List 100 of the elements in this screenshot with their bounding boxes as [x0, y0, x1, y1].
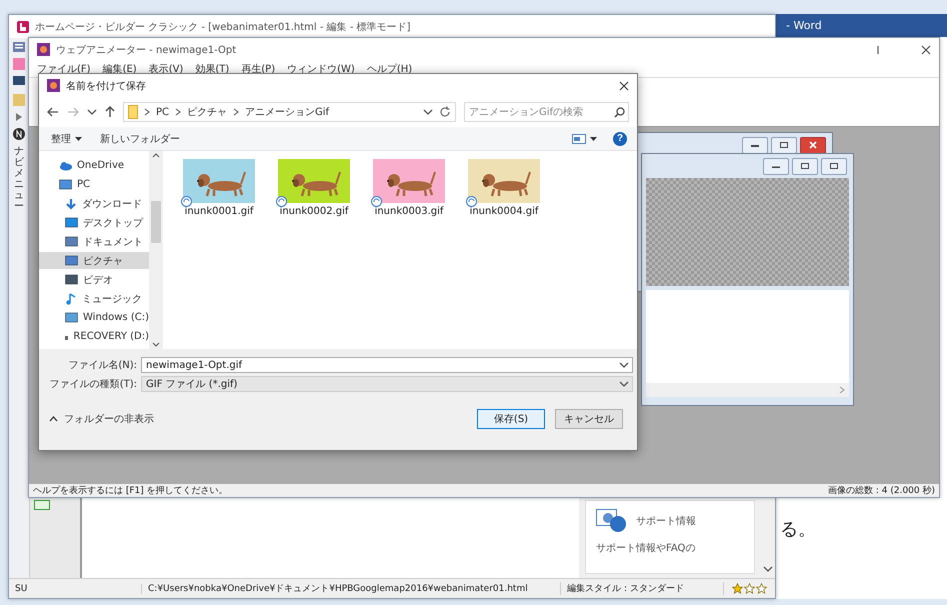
panel-label: ナビメニュー: [14, 146, 24, 212]
dog-drawing: [197, 172, 246, 198]
view-icon: [572, 134, 586, 144]
search-field[interactable]: アニメーションGifの検索: [464, 102, 629, 122]
close-icon: [809, 141, 817, 149]
chevron-right-icon: [175, 108, 182, 116]
dog-drawing: [482, 172, 531, 198]
caret-icon: [75, 136, 82, 140]
sync-icon: [181, 196, 192, 207]
chevron-down-icon[interactable]: [87, 107, 97, 117]
menu-item[interactable]: 効果(T): [195, 62, 230, 76]
scroll-up-icon[interactable]: [152, 153, 160, 158]
file-item[interactable]: inunk0001.gif: [181, 159, 257, 217]
music-note-icon: [65, 292, 77, 304]
file-name: inunk0004.gif: [470, 206, 538, 217]
up-arrow-icon[interactable]: [105, 106, 115, 118]
file-name: inunk0001.gif: [184, 206, 254, 217]
maximize-button[interactable]: [821, 158, 847, 174]
restore-icon: [780, 142, 788, 148]
new-folder-button[interactable]: 新しいフォルダー: [98, 130, 182, 148]
star-icon: [744, 583, 755, 594]
menu-item[interactable]: 再生(P): [241, 62, 276, 76]
field-label: ファイルの種類(T):: [49, 378, 137, 391]
dog-drawing: [292, 172, 341, 198]
star-icon: [732, 583, 743, 594]
maximize-icon: [830, 163, 838, 169]
sync-icon: [371, 196, 382, 207]
card-title: サポート情報: [636, 514, 696, 528]
nav-item[interactable]: ミュージック: [39, 290, 149, 307]
folder-icon: [65, 255, 78, 266]
file-item[interactable]: inunk0002.gif: [276, 159, 352, 217]
nav-item[interactable]: ドキュメント: [39, 233, 149, 250]
nav-item[interactable]: デスクトップ: [39, 214, 149, 231]
save-button[interactable]: 保存(S): [477, 409, 545, 429]
help-globe-icon: [596, 509, 628, 533]
app-logo-icon: [37, 43, 50, 56]
card-text: サポート情報やFAQの: [596, 542, 696, 555]
chevron-right-icon: [144, 108, 150, 116]
sync-icon: [276, 196, 287, 207]
nav-item[interactable]: ダウンロード: [39, 195, 149, 212]
sync-icon: [466, 196, 477, 207]
nav-item[interactable]: RECOVERY (D:): [39, 328, 149, 345]
dialog-title: 名前を付けて保存: [66, 80, 147, 92]
nav-item[interactable]: OneDrive: [39, 157, 149, 174]
app-logo-icon: [17, 20, 29, 32]
refresh-icon[interactable]: [439, 106, 451, 118]
menu-item[interactable]: ファイル(F): [37, 62, 91, 76]
folder-icon: [65, 312, 78, 323]
file-name: inunk0003.gif: [374, 206, 444, 217]
status-path: C:¥Users¥nobka¥OneDrive¥ドキュメント¥HPBGooglemap2016¥webanimater01.html: [142, 582, 561, 595]
tag-icon: [34, 500, 50, 510]
search-icon: [614, 107, 625, 118]
file-type-dropdown[interactable]: GIF ファイル (*.gif): [141, 376, 633, 392]
restore-button[interactable]: [771, 136, 797, 154]
file-name-field[interactable]: newimage1-Opt.gif: [141, 357, 633, 373]
file-item[interactable]: inunk0004.gif: [466, 159, 542, 217]
minimize-icon: [772, 164, 780, 168]
chevron-down-icon[interactable]: [423, 107, 433, 117]
nav-item[interactable]: Windows (C:): [39, 309, 149, 326]
navi-circle-icon: [13, 128, 25, 140]
star-icon: [756, 583, 767, 594]
breadcrumb-item[interactable]: ピクチャ: [187, 105, 228, 119]
breadcrumb-item[interactable]: PC: [156, 106, 170, 118]
restore-button[interactable]: [792, 158, 818, 174]
breadcrumb-item[interactable]: アニメーションGif: [245, 105, 330, 119]
chevron-right-icon: [233, 108, 240, 116]
folder-icon: [59, 179, 72, 190]
file-item[interactable]: inunk0003.gif: [371, 159, 447, 217]
scrollbar-thumb[interactable]: [151, 201, 161, 243]
help-button[interactable]: ?: [613, 132, 627, 146]
dog-drawing: [387, 172, 436, 198]
cancel-button[interactable]: キャンセル: [555, 409, 623, 429]
menu-item[interactable]: 表示(V): [148, 62, 184, 76]
close-button[interactable]: [800, 136, 826, 154]
nav-item[interactable]: ピクチャ: [39, 252, 149, 269]
close-icon[interactable]: [619, 80, 629, 90]
cloud-icon: [59, 160, 72, 170]
menu-item[interactable]: ヘルプ(H): [366, 62, 412, 76]
status-help: ヘルプを表示するには [F1] を押してください。: [33, 484, 228, 497]
nav-item[interactable]: ビデオ: [39, 271, 149, 288]
close-icon[interactable]: [921, 44, 931, 54]
field-label: ファイル名(N):: [67, 359, 137, 372]
folder-icon: [65, 236, 78, 247]
minimize-button[interactable]: [763, 158, 789, 174]
minimize-icon: [751, 143, 759, 147]
scroll-down-icon[interactable]: [152, 342, 160, 347]
view-button[interactable]: [570, 132, 599, 146]
scroll-down-icon[interactable]: [763, 564, 773, 574]
address-bar[interactable]: PC ピクチャ アニメーションGif: [123, 102, 456, 122]
organize-button[interactable]: 整理: [49, 130, 84, 148]
menu-item[interactable]: 編集(E): [102, 62, 137, 76]
minimize-button[interactable]: [742, 136, 768, 154]
folder-icon: [65, 217, 78, 228]
window-title: ホームページ・ビルダー クラシック - [webanimater01.html - 編集 - 標準モード]: [35, 20, 412, 34]
menu-item[interactable]: ウィンドウ(W): [287, 62, 355, 76]
status-mode: SU: [9, 584, 142, 594]
hide-folders-button[interactable]: フォルダーの非表示: [49, 412, 154, 426]
folder-icon: [128, 105, 138, 119]
back-arrow-icon[interactable]: [47, 107, 59, 117]
nav-item[interactable]: PC: [39, 176, 149, 193]
